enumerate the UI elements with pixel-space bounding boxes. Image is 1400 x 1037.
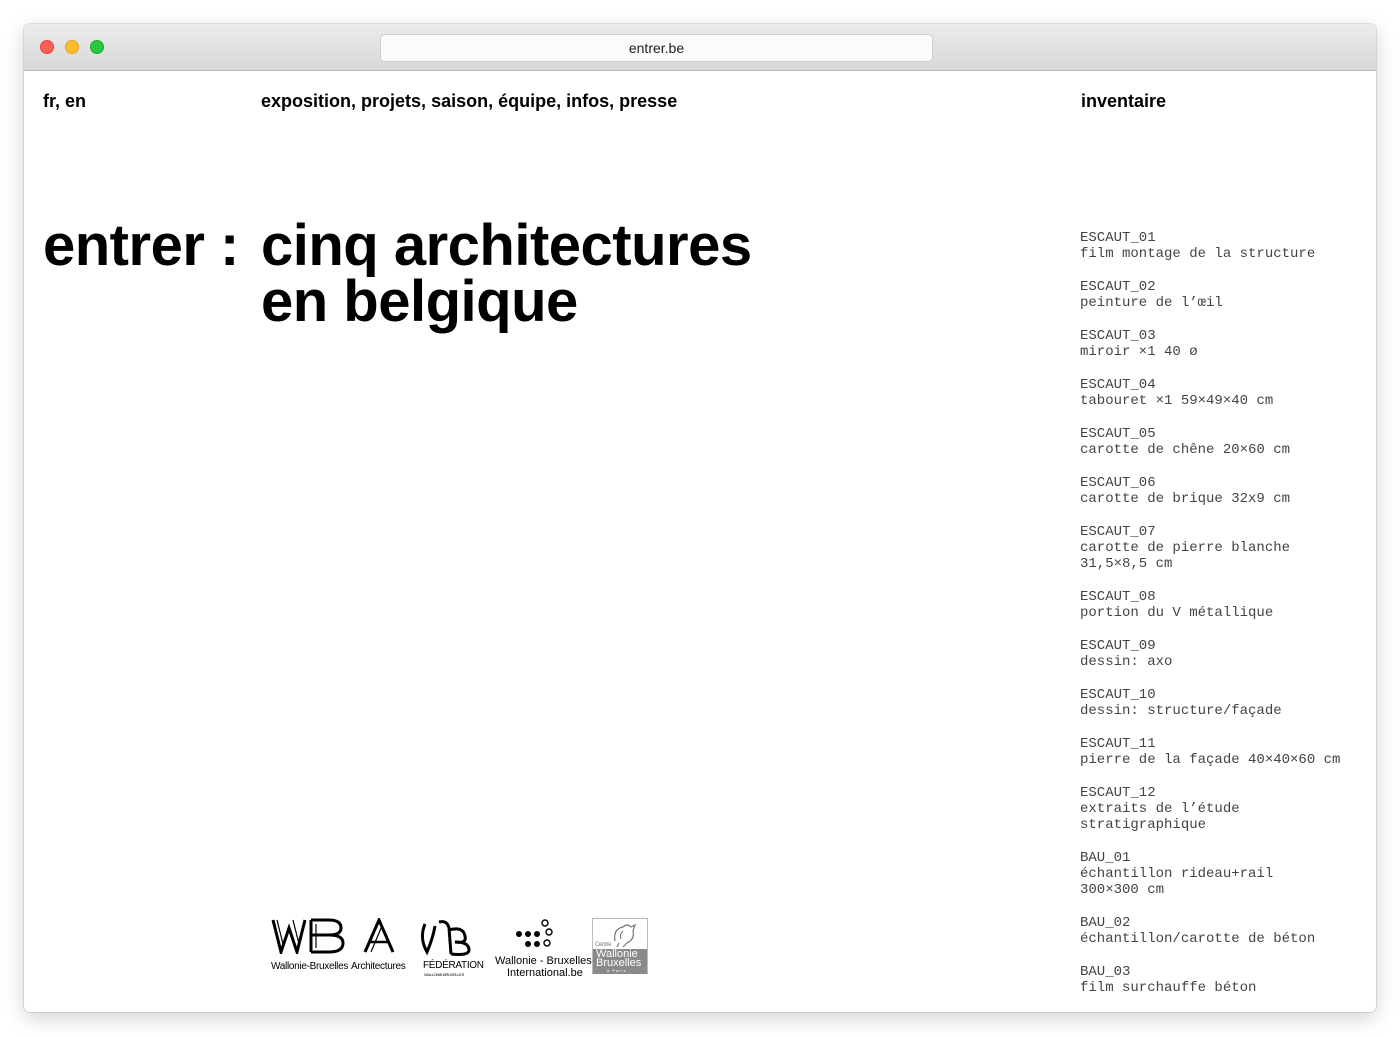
inventory-item[interactable]: ESCAUT_08 portion du V métallique — [1080, 589, 1370, 621]
inventory-item-code: ESCAUT_05 — [1080, 426, 1156, 442]
centre-wallonie-bruxelles-logo[interactable]: Centre Wallonie Bruxelles à Paris — [592, 918, 648, 974]
inventory-item-description: 300×300 cm — [1080, 882, 1165, 898]
inventory-item-code: ESCAUT_01 — [1080, 230, 1156, 246]
page-title-line-2: en belgique — [261, 269, 578, 334]
inventory-item-code: BAU_02 — [1080, 915, 1131, 931]
address-bar-url: entrer.be — [628, 40, 685, 56]
inventory-item-description: stratigraphique — [1080, 817, 1207, 833]
inventory-item-code: ESCAUT_02 — [1080, 279, 1156, 295]
menu-item-presse[interactable]: presse — [619, 91, 677, 111]
fwb-logo-subcaption: WALLONIE-BRUXELLES — [424, 972, 465, 977]
inventory-item-description: carotte de pierre blanche — [1080, 540, 1291, 556]
inventory-item-description: film surchauffe béton — [1080, 980, 1257, 996]
inventory-item[interactable]: BAU_02 échantillon/carotte de béton — [1080, 915, 1370, 947]
hero-prefix: entrer : — [43, 213, 239, 278]
inventory-item-description: miroir ×1 40 ø — [1080, 344, 1198, 360]
language-fr-link[interactable]: fr — [43, 91, 55, 111]
inventory-item[interactable]: ESCAUT_07 carotte de pierre blanche 31,5×8… — [1080, 524, 1370, 572]
inventory-item-code: BAU_01 — [1080, 850, 1131, 866]
wbi-logo-caption-1: Wallonie - Bruxelles — [495, 955, 592, 967]
fwb-mark-icon — [420, 920, 471, 956]
browser-window: entrer.be fr, en exposition, projets, sa… — [24, 24, 1376, 1012]
inventory-item-code: ESCAUT_08 — [1080, 589, 1156, 605]
inventory-heading: inventaire — [1081, 90, 1166, 112]
inventory-item[interactable]: ESCAUT_11 pierre de la façade 40×40×60 cm — [1080, 736, 1370, 768]
architectures-logo-caption: Architectures — [351, 961, 406, 972]
maximize-window-button[interactable] — [90, 40, 104, 54]
close-window-button[interactable] — [40, 40, 54, 54]
inventory-item-description: échantillon/carotte de béton — [1080, 931, 1316, 947]
menu-item-saison[interactable]: saison — [431, 91, 488, 111]
language-switcher: fr, en — [43, 90, 86, 112]
inventory-item-code: ESCAUT_12 — [1080, 785, 1156, 801]
inventory-item-code: ESCAUT_10 — [1080, 687, 1156, 703]
language-separator: , — [55, 91, 66, 111]
main-menu: exposition, projets, saison, équipe, inf… — [261, 91, 678, 111]
inventory-link[interactable]: inventaire — [1081, 91, 1166, 111]
page-title-line-1: cinq architectures — [261, 213, 752, 278]
menu-item-projets[interactable]: projets — [361, 91, 421, 111]
rooster-icon — [614, 923, 637, 948]
inventory-item-description: film montage de la structure — [1080, 246, 1316, 262]
inventory-item-code: ESCAUT_11 — [1080, 736, 1156, 752]
inventory-item-description: pierre de la façade 40×40×60 cm — [1080, 752, 1341, 768]
inventory-item-code: ESCAUT_07 — [1080, 524, 1156, 540]
inventory-item-description: portion du V métallique — [1080, 605, 1274, 621]
federation-wallonie-bruxelles-logo[interactable]: FÉDÉRATION WALLONIE-BRUXELLES — [415, 918, 484, 980]
wallonie-bruxelles-logo[interactable]: Wallonie-Bruxelles — [271, 918, 349, 980]
inventory-item-code: ESCAUT_04 — [1080, 377, 1156, 393]
inventory-item-description: tabouret ×1 59×49×40 cm — [1080, 393, 1274, 409]
wbi-dots-icon — [516, 919, 553, 947]
menu-item-infos[interactable]: infos — [566, 91, 609, 111]
address-bar[interactable]: entrer.be — [380, 34, 933, 62]
browser-titlebar: entrer.be — [24, 24, 1376, 71]
fwb-logo-caption: FÉDÉRATION — [423, 960, 484, 971]
minimize-window-button[interactable] — [65, 40, 79, 54]
wbi-logo-caption-2: International.be — [507, 967, 583, 979]
inventory-item-description: dessin: structure/façade — [1080, 703, 1282, 719]
architectures-a-icon — [363, 916, 395, 953]
wbi-logo[interactable]: Wallonie - Bruxelles International.be — [483, 918, 592, 980]
inventory-item-code: BAU_03 — [1080, 964, 1131, 980]
centre-logo-line-2: Bruxelles — [596, 957, 642, 969]
wb-mark-icon — [271, 918, 345, 958]
inventory-list: ESCAUT_01 film montage de la structure ESC… — [1080, 230, 1370, 1012]
inventory-item-code: ESCAUT_03 — [1080, 328, 1156, 344]
inventory-item-code: ESCAUT_09 — [1080, 638, 1156, 654]
inventory-item[interactable]: ESCAUT_03 miroir ×1 40 ø — [1080, 328, 1370, 360]
inventory-item-description: carotte de brique 32x9 cm — [1080, 491, 1291, 507]
centre-logo-line-3: à Paris — [607, 968, 627, 973]
architectures-logo[interactable]: Architectures — [351, 916, 411, 980]
inventory-item[interactable]: ESCAUT_04 tabouret ×1 59×49×40 cm — [1080, 377, 1370, 409]
page-title: cinq architectures en belgique — [261, 213, 752, 334]
inventory-item[interactable]: ESCAUT_06 carotte de brique 32x9 cm — [1080, 475, 1370, 507]
inventory-item[interactable]: ESCAUT_02 peinture de l’œil — [1080, 279, 1370, 311]
language-en-link[interactable]: en — [65, 91, 86, 111]
inventory-item-description: dessin: axo — [1080, 654, 1173, 670]
inventory-item-code: ESCAUT_06 — [1080, 475, 1156, 491]
inventory-item-description: peinture de l’œil — [1080, 295, 1223, 311]
menu-item-exposition[interactable]: exposition — [261, 91, 351, 111]
wb-logo-caption: Wallonie-Bruxelles — [271, 961, 349, 972]
menu-item-equipe[interactable]: équipe — [498, 91, 556, 111]
inventory-item[interactable]: ESCAUT_01 film montage de la structure — [1080, 230, 1370, 262]
inventory-item-description: échantillon rideau+rail — [1080, 866, 1274, 882]
inventory-item[interactable]: BAU_01 échantillon rideau+rail 300×300 cm — [1080, 850, 1370, 898]
centre-logo-band: Wallonie Bruxelles à Paris — [593, 949, 647, 974]
inventory-item[interactable]: ESCAUT_10 dessin: structure/façade — [1080, 687, 1370, 719]
inventory-item-description: extraits de l’étude — [1080, 801, 1240, 817]
inventory-item-description: 31,5×8,5 cm — [1080, 556, 1173, 572]
inventory-item[interactable]: BAU_03 film surchauffe béton — [1080, 964, 1370, 996]
inventory-item[interactable]: ESCAUT_09 dessin: axo — [1080, 638, 1370, 670]
inventory-item[interactable]: ESCAUT_12 extraits de l’étude stratigraphi… — [1080, 785, 1370, 833]
inventory-item[interactable]: ESCAUT_05 carotte de chêne 20×60 cm — [1080, 426, 1370, 458]
inventory-item-description: carotte de chêne 20×60 cm — [1080, 442, 1291, 458]
